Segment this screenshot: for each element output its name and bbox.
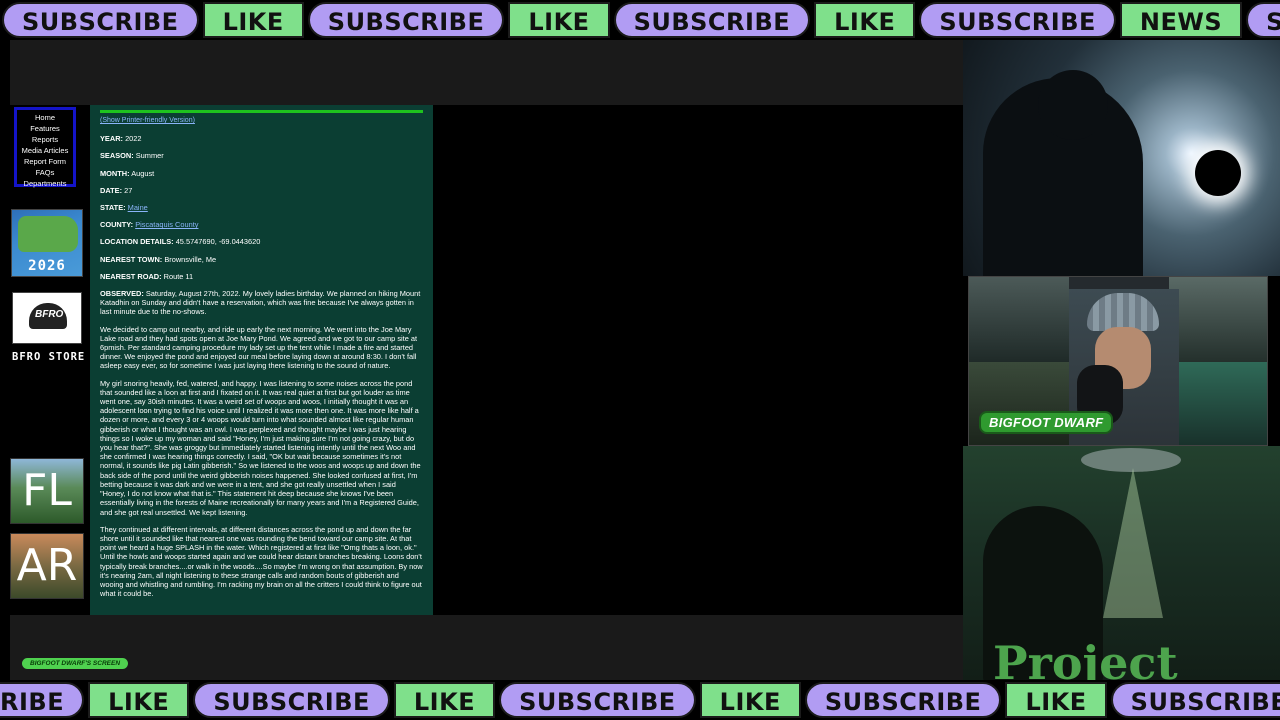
report-divider: [100, 110, 423, 113]
report-panel: (Show Printer-friendly Version) YEAR: 20…: [90, 105, 433, 615]
nav-item-features[interactable]: Features: [17, 123, 73, 134]
project-logo-text: Project: [993, 636, 1178, 680]
nav-item-report-form[interactable]: Report Form: [17, 156, 73, 167]
top-ticker-row: SUBSCRIBE LIKE SUBSCRIBE LIKE SUBSCRIBE LIKE S…: [2, 2, 1280, 38]
nav-item-faqs[interactable]: FAQs: [17, 167, 73, 178]
cam-bg-panel: [1169, 277, 1267, 362]
report-field: LOCATION DETAILS: 45.5747690, -69.044362…: [100, 237, 423, 246]
field-label: DATE:: [100, 185, 123, 195]
field-label: MONTH:: [100, 168, 130, 178]
report-fields: YEAR: 2022 SEASON: Summer MONTH: August DAT…: [100, 134, 423, 281]
field-label: STATE:: [100, 203, 126, 213]
nav-item-media-articles[interactable]: Media Articles: [17, 145, 73, 156]
state-ar-label: AR: [16, 540, 78, 591]
report-field: COUNTY: Piscataquis County: [100, 220, 423, 229]
report-field: DATE: 27: [100, 186, 423, 195]
field-value: 2022: [125, 134, 142, 144]
field-label: LOCATION DETAILS:: [100, 237, 174, 247]
report-field: NEAREST ROAD: Route 11: [100, 272, 423, 281]
ticker-chip-like: LIKE: [88, 682, 190, 718]
ticker-chip-like: LIKE: [508, 2, 610, 38]
observed-label: OBSERVED:: [100, 289, 144, 299]
bottom-ticker: RIBE LIKE SUBSCRIBE LIKE SUBSCRIBE LIKE SUBSCR…: [0, 680, 1280, 720]
report-field: MONTH: August: [100, 169, 423, 178]
ticker-chip-subscribe: SUBSCRIBE: [2, 2, 199, 38]
light-flare: [1195, 150, 1241, 196]
state-tile-ar[interactable]: AR: [10, 533, 84, 599]
nav-item-reports[interactable]: Reports: [17, 134, 73, 145]
observed-text: Saturday, August 27th, 2022. My lovely l…: [100, 289, 421, 317]
browser-top-bar: [10, 40, 963, 105]
report-paragraph: My girl snoring heavily, fed, watered, a…: [100, 378, 421, 517]
field-value[interactable]: Maine: [128, 203, 148, 212]
cam-bg-panel: [969, 277, 1069, 362]
nav-item-departments[interactable]: Departments: [17, 178, 73, 189]
ticker-chip-ribe: RIBE: [0, 682, 85, 718]
cap-text: BFRO: [35, 309, 64, 320]
store-label[interactable]: BFRO STORE: [12, 351, 88, 363]
field-value: Brownsville, Me: [164, 254, 217, 264]
field-value: 45.5747690, -69.0443620: [175, 237, 261, 247]
field-value: 27: [124, 185, 133, 195]
browser-bottom-bar: [10, 615, 963, 680]
ufo-beam: [1103, 468, 1163, 618]
printer-friendly-link[interactable]: (Show Printer-friendly Version): [100, 116, 423, 125]
webcam-frame: BIGFOOT DWARF: [968, 276, 1268, 446]
ticker-chip-subscribe: SUBSCRIBE: [1110, 682, 1280, 718]
shared-screen: Home Features Reports Media Articles Report …: [10, 40, 963, 680]
ticker-chip-like: LIKE: [699, 682, 801, 718]
observed-paragraph: OBSERVED: Saturday, August 27th, 2022. M…: [100, 289, 423, 317]
field-value: Route 11: [163, 271, 194, 281]
bigfoot-art-bottom: Project: [963, 446, 1280, 680]
ticker-chip-like: LIKE: [1005, 682, 1107, 718]
report-field: STATE: Maine: [100, 203, 423, 212]
ticker-chip-like: LIKE: [202, 2, 304, 38]
ticker-chip-subscribe: SUBSCRIBE: [499, 682, 696, 718]
field-value: Summer: [135, 151, 164, 161]
field-label: NEAREST TOWN:: [100, 254, 163, 264]
ticker-chip-subscribe: SUBSCRIBE: [919, 2, 1116, 38]
ticker-chip-like: LIKE: [814, 2, 916, 38]
bigfoot-head: [1038, 70, 1108, 140]
field-label: COUNTY:: [100, 220, 134, 230]
cam-bg-panel: [1169, 362, 1267, 445]
cap-icon: BFRO: [29, 303, 67, 329]
stream-overlay: SUBSCRIBE LIKE SUBSCRIBE LIKE SUBSCRIBE LIKE S…: [0, 0, 1280, 720]
map-year: 2026: [28, 258, 66, 274]
field-label: YEAR:: [100, 134, 123, 144]
ticker-chip-subscribe: SUBSCRIBE: [193, 682, 390, 718]
ticker-chip-like: LIKE: [393, 682, 496, 718]
bfro-nav-menu: Home Features Reports Media Articles Report …: [14, 107, 76, 189]
report-paragraph: They continued at different intervals, a…: [100, 524, 423, 599]
field-label: SEASON:: [100, 151, 134, 161]
bottom-ticker-row: RIBE LIKE SUBSCRIBE LIKE SUBSCRIBE LIKE SUBSCR…: [0, 682, 1280, 718]
top-ticker: SUBSCRIBE LIKE SUBSCRIBE LIKE SUBSCRIBE LIKE S…: [0, 0, 1280, 40]
report-paragraph: We decided to camp out nearby, and ride …: [100, 324, 418, 371]
report-field: YEAR: 2022: [100, 134, 423, 143]
screen-label: BIGFOOT DWARF'S SCREEN: [22, 658, 129, 669]
ticker-chip-news: NEWS: [1119, 2, 1243, 38]
map-land-shape: [18, 216, 78, 252]
streamer-nametag: BIGFOOT DWARF: [979, 411, 1114, 434]
ticker-chip-subscribe: SUBSCRIBE: [1246, 2, 1280, 38]
report-field: NEAREST TOWN: Brownsville, Me: [100, 255, 423, 264]
bigfoot-art-top: [963, 40, 1280, 276]
field-label: NEAREST ROAD:: [100, 271, 162, 281]
nav-item-home[interactable]: Home: [17, 112, 73, 123]
field-value[interactable]: Piscataquis County: [135, 220, 198, 229]
ticker-chip-subscribe: SUBSCRIBE: [613, 2, 811, 38]
sightings-map-tile[interactable]: 2026: [11, 209, 83, 277]
ticker-chip-subscribe: SUBSCRIBE: [804, 682, 1002, 718]
report-field: SEASON: Summer: [100, 151, 423, 160]
nav-list: Home Features Reports Media Articles Report …: [17, 110, 73, 189]
state-fl-label: FL: [22, 465, 72, 516]
report-paragraphs: We decided to camp out nearby, and ride …: [100, 325, 423, 599]
field-value: August: [131, 168, 155, 178]
state-tile-fl[interactable]: FL: [10, 458, 84, 524]
ticker-chip-subscribe: SUBSCRIBE: [307, 2, 505, 38]
store-image[interactable]: BFRO: [12, 292, 82, 344]
